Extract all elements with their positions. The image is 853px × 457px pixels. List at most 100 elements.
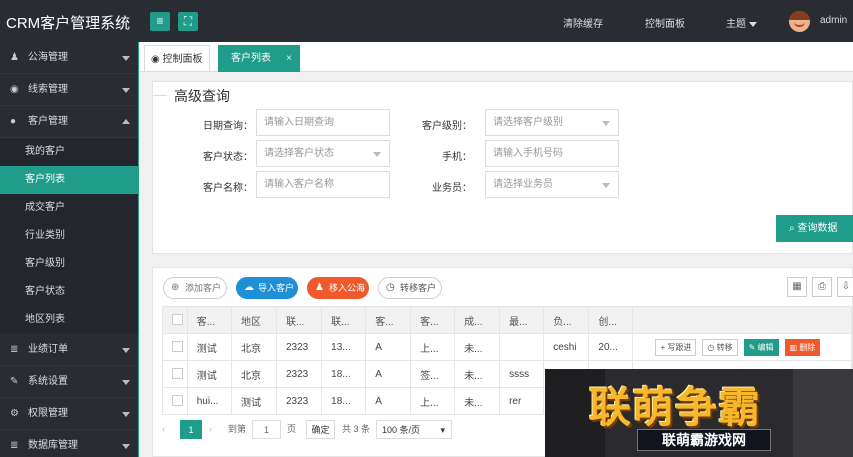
select-placeholder: 请选择客户级别 bbox=[493, 117, 563, 128]
column-header[interactable]: 客... bbox=[186, 306, 232, 334]
column-header[interactable]: 最... bbox=[499, 306, 545, 334]
select-placeholder: 请选择业务员 bbox=[493, 179, 553, 190]
table-cell: 20... bbox=[588, 333, 634, 361]
write-follow-up-button[interactable]: + 写跟进 bbox=[655, 338, 697, 356]
row-actions: + 写跟进 ◷ 转移 ✎ 编辑 ▥ 删除 bbox=[632, 333, 852, 361]
customer-level-select[interactable]: 请选择客户级别 bbox=[485, 109, 619, 136]
table-cell: 上... bbox=[410, 387, 456, 415]
button-label: 编辑 bbox=[757, 342, 774, 352]
button-label: 添加客户 bbox=[185, 283, 222, 293]
table-header-row: 客... 地区 联... 联... 客... 客... 成... 最... 负.… bbox=[162, 306, 852, 334]
sidebar-item-customers[interactable]: ● 客户管理 bbox=[0, 106, 138, 138]
wrench-icon: ✎ bbox=[10, 376, 19, 387]
query-button[interactable]: ⌕ 查询数据 bbox=[776, 215, 853, 242]
column-header[interactable]: 联... bbox=[275, 306, 323, 334]
column-header[interactable]: 客... bbox=[365, 306, 412, 334]
mobile-input[interactable]: 请输入手机号码 bbox=[485, 140, 619, 167]
checkbox[interactable] bbox=[172, 314, 183, 326]
table-cell: 18... bbox=[321, 360, 367, 388]
clock-icon: ◷ bbox=[707, 342, 717, 352]
sidebar-subitem-deal-customers[interactable]: 成交客户 bbox=[0, 194, 138, 222]
chevron-down-icon: ▾ bbox=[440, 425, 445, 435]
clock-icon: ◷ bbox=[386, 282, 395, 293]
sidebar-item-settings[interactable]: ✎ 系统设置 bbox=[0, 366, 138, 398]
close-icon[interactable]: × bbox=[286, 45, 292, 72]
sidebar-item-orders[interactable]: ≣ 业绩订单 bbox=[0, 334, 138, 366]
tab-control-panel[interactable]: ◉ 控制面板 bbox=[144, 45, 210, 72]
select-all-cell[interactable] bbox=[162, 306, 188, 334]
checkbox[interactable] bbox=[172, 395, 183, 407]
goto-page-input[interactable]: 1 bbox=[252, 420, 281, 439]
column-header[interactable]: 创... bbox=[588, 306, 634, 334]
fullscreen-button[interactable]: ⛶ bbox=[178, 12, 198, 31]
button-label: 写跟进 bbox=[667, 342, 692, 352]
button-label: 移入公海 bbox=[329, 283, 366, 293]
chevron-up-icon bbox=[122, 119, 130, 124]
sidebar-subitem-customer-status[interactable]: 客户状态 bbox=[0, 278, 138, 306]
column-header[interactable]: 客... bbox=[410, 306, 456, 334]
user-icon: ● bbox=[10, 116, 17, 127]
table-cell: 测试 bbox=[186, 360, 232, 388]
control-panel-link[interactable]: 控制面板 bbox=[645, 15, 685, 30]
page-size-select[interactable]: 100 条/页 ▾ bbox=[376, 420, 452, 439]
theme-dropdown[interactable]: 主题 bbox=[726, 15, 757, 30]
column-header[interactable]: 地区 bbox=[230, 306, 277, 334]
page-unit-label: 页 bbox=[287, 424, 297, 434]
table-cell: 2323 bbox=[275, 333, 323, 361]
sidebar-item-leads[interactable]: ◉ 线索管理 bbox=[0, 74, 138, 106]
customer-status-select[interactable]: 请选择客户状态 bbox=[256, 140, 390, 167]
sidebar-item-public-pool[interactable]: ♟ 公海管理 bbox=[0, 42, 138, 74]
advanced-query-panel: 高级查询 日期查询： 请输入日期查询 客户级别： 请选择客户级别 客户状态： 请… bbox=[152, 81, 853, 254]
customer-name-input[interactable]: 请输入客户名称 bbox=[256, 171, 390, 198]
users-icon: ♟ bbox=[315, 282, 324, 293]
clear-cache-link[interactable]: 清除缓存 bbox=[563, 15, 603, 30]
game-ad-banner[interactable]: 联萌争霸 联萌霸游戏网 bbox=[545, 369, 853, 457]
import-customer-button[interactable]: ☁ 导入客户 bbox=[236, 277, 298, 299]
date-query-input[interactable]: 请输入日期查询 bbox=[256, 109, 390, 136]
next-page-icon[interactable]: › bbox=[209, 420, 223, 439]
transfer-button[interactable]: ◷ 转移 bbox=[702, 338, 738, 356]
checkbox[interactable] bbox=[172, 368, 183, 380]
checkbox[interactable] bbox=[172, 341, 183, 353]
table-cell: 北京 bbox=[230, 333, 277, 361]
sidebar-item-label: 业绩订单 bbox=[28, 344, 68, 355]
page-1-button[interactable]: 1 bbox=[180, 420, 202, 439]
export-icon: ⇩ bbox=[841, 281, 851, 292]
edit-button[interactable]: ✎ 编辑 bbox=[743, 338, 779, 356]
chevron-down-icon bbox=[122, 88, 130, 93]
column-header[interactable]: 负... bbox=[543, 306, 590, 334]
avatar[interactable] bbox=[789, 11, 810, 32]
table-cell: 未... bbox=[454, 360, 501, 388]
select-placeholder: 请选择客户状态 bbox=[264, 148, 334, 159]
sidebar-subitem-region-list[interactable]: 地区列表 bbox=[0, 306, 138, 334]
tab-customer-list[interactable]: 客户列表 × bbox=[218, 45, 300, 72]
goto-confirm-button[interactable]: 确定 bbox=[306, 420, 335, 439]
columns-button[interactable]: ▦ bbox=[787, 277, 807, 297]
row-select-cell[interactable] bbox=[162, 360, 188, 388]
transfer-customer-button[interactable]: ◷ 转移客户 bbox=[378, 277, 442, 299]
add-customer-button[interactable]: ⊕ 添加客户 bbox=[163, 277, 227, 299]
sidebar-item-database[interactable]: ≣ 数据库管理 bbox=[0, 430, 138, 457]
row-select-cell[interactable] bbox=[162, 387, 188, 415]
row-select-cell[interactable] bbox=[162, 333, 188, 361]
sidebar-subitem-my-customers[interactable]: 我的客户 bbox=[0, 138, 138, 166]
user-name[interactable]: admin bbox=[820, 15, 847, 26]
prev-page-icon[interactable]: ‹ bbox=[162, 420, 176, 439]
sidebar-subitem-customer-level[interactable]: 客户级别 bbox=[0, 250, 138, 278]
sidebar-subitem-customer-list[interactable]: 客户列表 bbox=[0, 166, 138, 194]
menu-toggle-button[interactable]: ≡ bbox=[150, 12, 170, 31]
tab-label: 客户列表 bbox=[231, 53, 271, 64]
move-to-pool-button[interactable]: ♟ 移入公海 bbox=[307, 277, 369, 299]
sidebar-subitem-industry[interactable]: 行业类别 bbox=[0, 222, 138, 250]
salesperson-select[interactable]: 请选择业务员 bbox=[485, 171, 619, 198]
table-cell: 未... bbox=[454, 333, 501, 361]
column-header[interactable]: 联... bbox=[321, 306, 367, 334]
globe-icon: ◉ bbox=[151, 54, 163, 65]
sidebar-item-permissions[interactable]: ⚙ 权限管理 bbox=[0, 398, 138, 430]
date-query-label: 日期查询： bbox=[203, 121, 253, 132]
delete-button[interactable]: ▥ 删除 bbox=[784, 338, 821, 356]
column-header[interactable]: 成... bbox=[454, 306, 501, 334]
top-bar: CRM客户管理系统 ≡ ⛶ 清除缓存 控制面板 主题 admin bbox=[0, 0, 853, 42]
print-button[interactable]: ⎙ bbox=[812, 277, 832, 297]
export-button[interactable]: ⇩ bbox=[837, 277, 853, 297]
